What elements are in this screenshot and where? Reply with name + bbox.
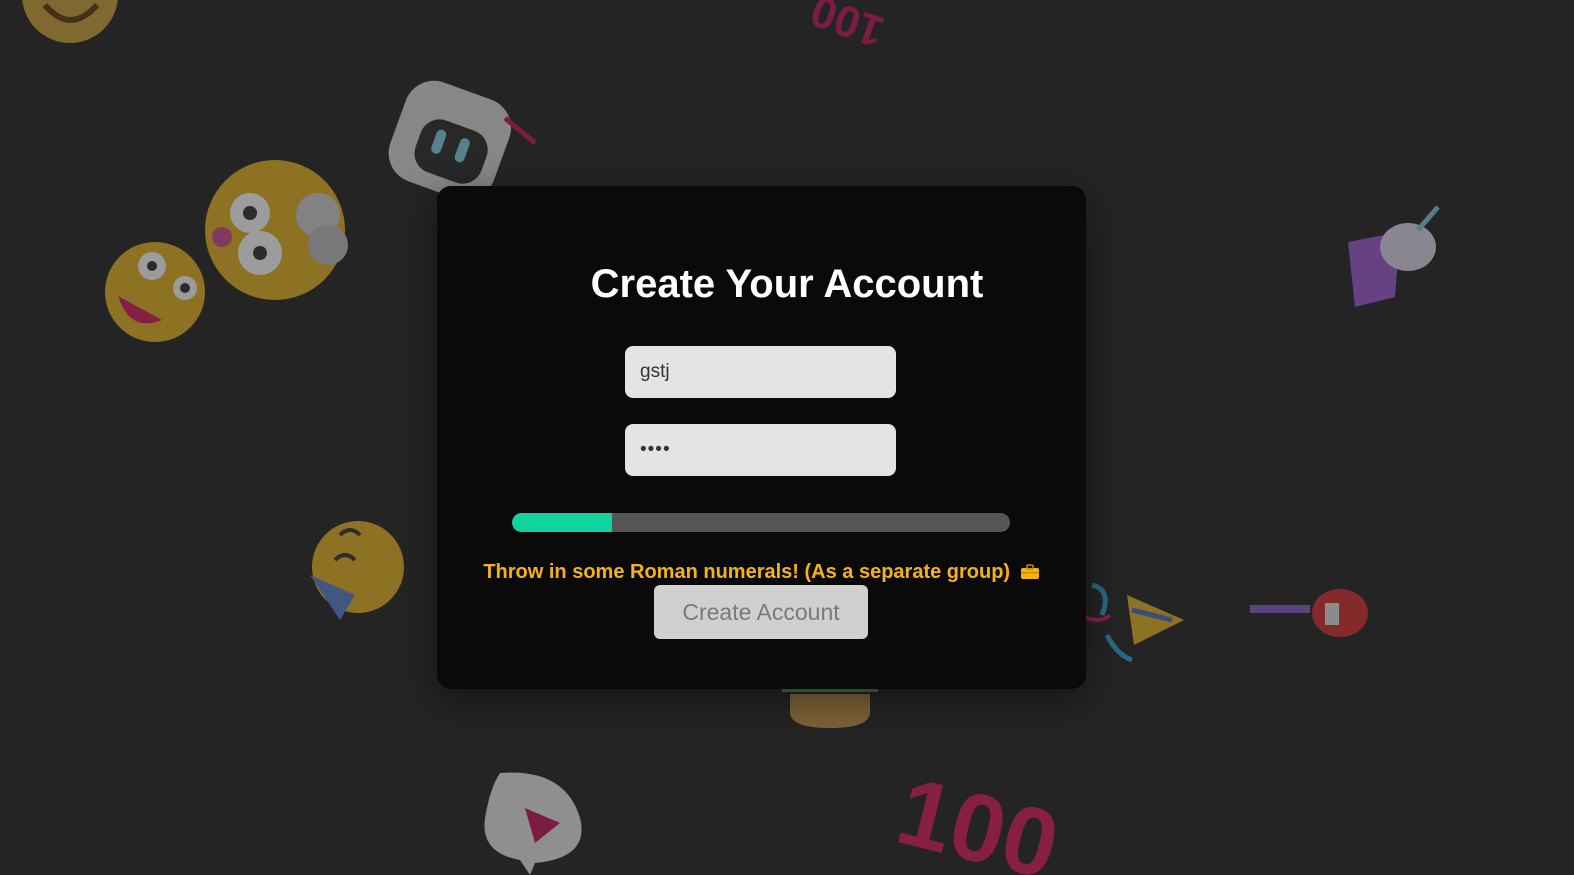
password-hint-text: Throw in some Roman numerals! (As a sepa… bbox=[483, 561, 1011, 583]
page-title: Create Your Account bbox=[590, 262, 984, 306]
hundred-points-emoji-icon: 100 bbox=[887, 757, 1068, 875]
guitar-emoji-icon bbox=[1250, 589, 1368, 637]
create-account-button[interactable]: Create Account bbox=[654, 585, 868, 639]
svg-text:100: 100 bbox=[804, 0, 890, 50]
password-strength-bar bbox=[512, 513, 1010, 532]
grinning-emoji-icon bbox=[22, 0, 118, 43]
briefcase-emoji-icon bbox=[1020, 564, 1039, 579]
password-strength-fill bbox=[512, 513, 612, 532]
svg-text:100: 100 bbox=[887, 757, 1068, 875]
hundred-points-emoji-icon: 100 bbox=[804, 0, 890, 50]
password-input[interactable] bbox=[625, 424, 896, 476]
username-input[interactable] bbox=[625, 346, 896, 398]
party-face-emoji-icon bbox=[310, 521, 404, 620]
ghost-emoji-icon bbox=[484, 772, 582, 875]
password-hint: Throw in some Roman numerals! (As a sepa… bbox=[437, 561, 1086, 584]
party-popper-emoji-icon bbox=[1079, 582, 1184, 663]
